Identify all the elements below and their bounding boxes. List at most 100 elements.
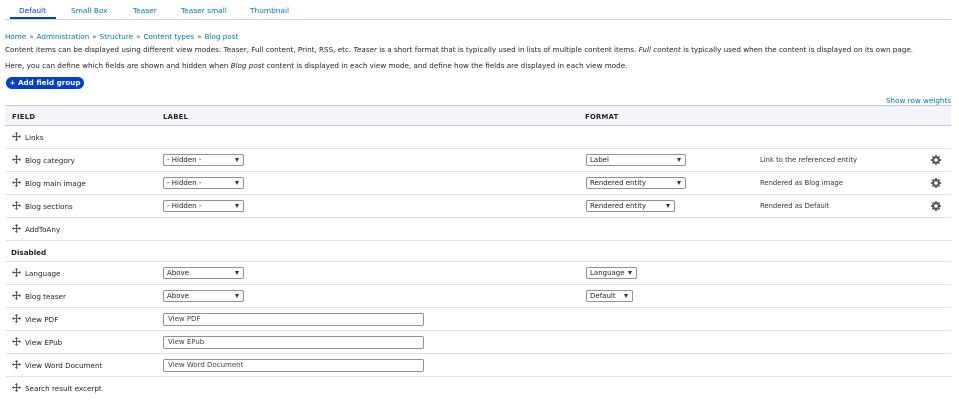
- breadcrumb-separator: »: [29, 32, 34, 41]
- breadcrumb-content-types[interactable]: Content types: [143, 32, 194, 41]
- column-header-format: FORMAT: [585, 113, 619, 121]
- tab-default[interactable]: Default: [19, 6, 46, 15]
- region-title: Disabled: [11, 248, 47, 257]
- select-value: - Hidden -: [167, 179, 202, 187]
- format-summary: Rendered as Default: [760, 202, 830, 210]
- link-text-input[interactable]: View EPub: [163, 336, 424, 349]
- field-name: View EPub: [25, 338, 63, 347]
- select-value: Rendered entity: [590, 179, 647, 187]
- field-display-table: FIELD LABEL FORMAT Links Blog category -…: [5, 105, 951, 400]
- breadcrumb: Home» Administration» Structure» Content ty…: [5, 32, 238, 41]
- label-select[interactable]: Above: [163, 267, 244, 279]
- select-value: Language: [590, 269, 625, 277]
- select-value: Default: [590, 292, 616, 300]
- format-summary: Link to the referenced entity: [760, 156, 858, 164]
- view-mode-tabs: Default Small Box Teaser Teaser small Th…: [5, 0, 951, 20]
- table-row: Search result excerpt: [5, 377, 951, 400]
- chevron-down-icon: [624, 294, 628, 298]
- table-header: FIELD LABEL FORMAT: [5, 105, 951, 126]
- breadcrumb-home[interactable]: Home: [5, 32, 26, 41]
- chevron-down-icon: [235, 181, 239, 185]
- select-value: Label: [590, 156, 609, 164]
- label-select[interactable]: - Hidden -: [163, 200, 244, 212]
- label-select[interactable]: - Hidden -: [163, 177, 244, 189]
- field-name: View PDF: [25, 315, 59, 324]
- field-name: Blog teaser: [25, 292, 66, 301]
- breadcrumb-separator: »: [92, 32, 97, 41]
- label-select[interactable]: Above: [163, 290, 244, 302]
- desc-text: Content items can be displayed using dif…: [5, 45, 354, 54]
- label-select[interactable]: - Hidden -: [163, 154, 244, 166]
- chevron-down-icon: [235, 158, 239, 162]
- drag-handle-icon[interactable]: [12, 155, 21, 164]
- breadcrumb-blog-post[interactable]: Blog post: [205, 32, 239, 41]
- tab-teaser[interactable]: Teaser: [133, 6, 157, 15]
- table-row: View PDF View PDF: [5, 308, 951, 331]
- select-value: - Hidden -: [167, 202, 202, 210]
- select-value: Above: [167, 292, 189, 300]
- tab-small-box[interactable]: Small Box: [71, 6, 108, 15]
- field-name: Search result excerpt: [25, 384, 102, 393]
- field-name: Language: [25, 269, 61, 278]
- add-field-group-button[interactable]: + Add field group: [6, 77, 84, 89]
- breadcrumb-separator: »: [197, 32, 202, 41]
- chevron-down-icon: [235, 294, 239, 298]
- drag-handle-icon[interactable]: [12, 224, 21, 233]
- format-select[interactable]: Label: [586, 154, 686, 166]
- desc-text: is typically used when the content is di…: [680, 45, 914, 54]
- breadcrumb-structure[interactable]: Structure: [100, 32, 133, 41]
- table-row: View EPub View EPub: [5, 331, 951, 354]
- disabled-region-header: Disabled: [5, 241, 951, 262]
- table-row: Blog category - Hidden - Label Link to t…: [5, 149, 951, 172]
- select-value: - Hidden -: [167, 156, 202, 164]
- breadcrumb-separator: »: [136, 32, 141, 41]
- table-row: Blog teaser Above Default: [5, 285, 951, 308]
- drag-handle-icon[interactable]: [12, 360, 21, 369]
- drag-handle-icon[interactable]: [12, 132, 21, 141]
- drag-handle-icon[interactable]: [12, 268, 21, 277]
- drag-handle-icon[interactable]: [12, 291, 21, 300]
- table-row: View Word Document View Word Document: [5, 354, 951, 377]
- table-row: Blog main image - Hidden - Rendered enti…: [5, 172, 951, 195]
- tab-teaser-small[interactable]: Teaser small: [181, 6, 227, 15]
- fields-description: Here, you can define which fields are sh…: [5, 61, 627, 70]
- format-select[interactable]: Rendered entity: [586, 200, 675, 212]
- chevron-down-icon: [666, 204, 670, 208]
- format-select[interactable]: Language: [586, 267, 637, 279]
- select-value: Above: [167, 269, 189, 277]
- drag-handle-icon[interactable]: [12, 314, 21, 323]
- drag-handle-icon[interactable]: [12, 337, 21, 346]
- gear-icon[interactable]: [931, 201, 941, 211]
- field-name: Blog main image: [25, 179, 86, 188]
- gear-icon[interactable]: [931, 155, 941, 165]
- select-value: Rendered entity: [590, 202, 647, 210]
- field-name: Blog sections: [25, 202, 73, 211]
- desc-text: is a short format that is typically used…: [376, 45, 639, 54]
- link-text-input[interactable]: View Word Document: [163, 359, 424, 372]
- tab-thumbnail[interactable]: Thumbnail: [250, 6, 289, 15]
- desc-emphasis: Blog post: [230, 61, 265, 70]
- field-name: View Word Document: [25, 361, 103, 370]
- desc-text: content is displayed in each view mode, …: [264, 61, 628, 70]
- desc-text: Here, you can define which fields are sh…: [5, 61, 231, 70]
- table-row: Blog sections - Hidden - Rendered entity…: [5, 195, 951, 218]
- drag-handle-icon[interactable]: [12, 201, 21, 210]
- show-row-weights-link[interactable]: Show row weights: [886, 96, 951, 105]
- field-name: AddToAny: [25, 225, 61, 234]
- format-select[interactable]: Default: [586, 290, 633, 302]
- field-name: Links: [25, 133, 44, 142]
- breadcrumb-administration[interactable]: Administration: [37, 32, 90, 41]
- link-text-input[interactable]: View PDF: [163, 313, 424, 326]
- field-name: Blog category: [25, 156, 75, 165]
- desc-emphasis: Full content: [638, 45, 681, 54]
- chevron-down-icon: [235, 204, 239, 208]
- column-header-label: LABEL: [163, 113, 189, 121]
- gear-icon[interactable]: [931, 178, 941, 188]
- drag-handle-icon[interactable]: [12, 383, 21, 392]
- format-select[interactable]: Rendered entity: [586, 177, 686, 189]
- table-row: AddToAny: [5, 218, 951, 241]
- table-row: Language Above Language: [5, 262, 951, 285]
- chevron-down-icon: [677, 181, 681, 185]
- chevron-down-icon: [628, 271, 632, 275]
- drag-handle-icon[interactable]: [12, 178, 21, 187]
